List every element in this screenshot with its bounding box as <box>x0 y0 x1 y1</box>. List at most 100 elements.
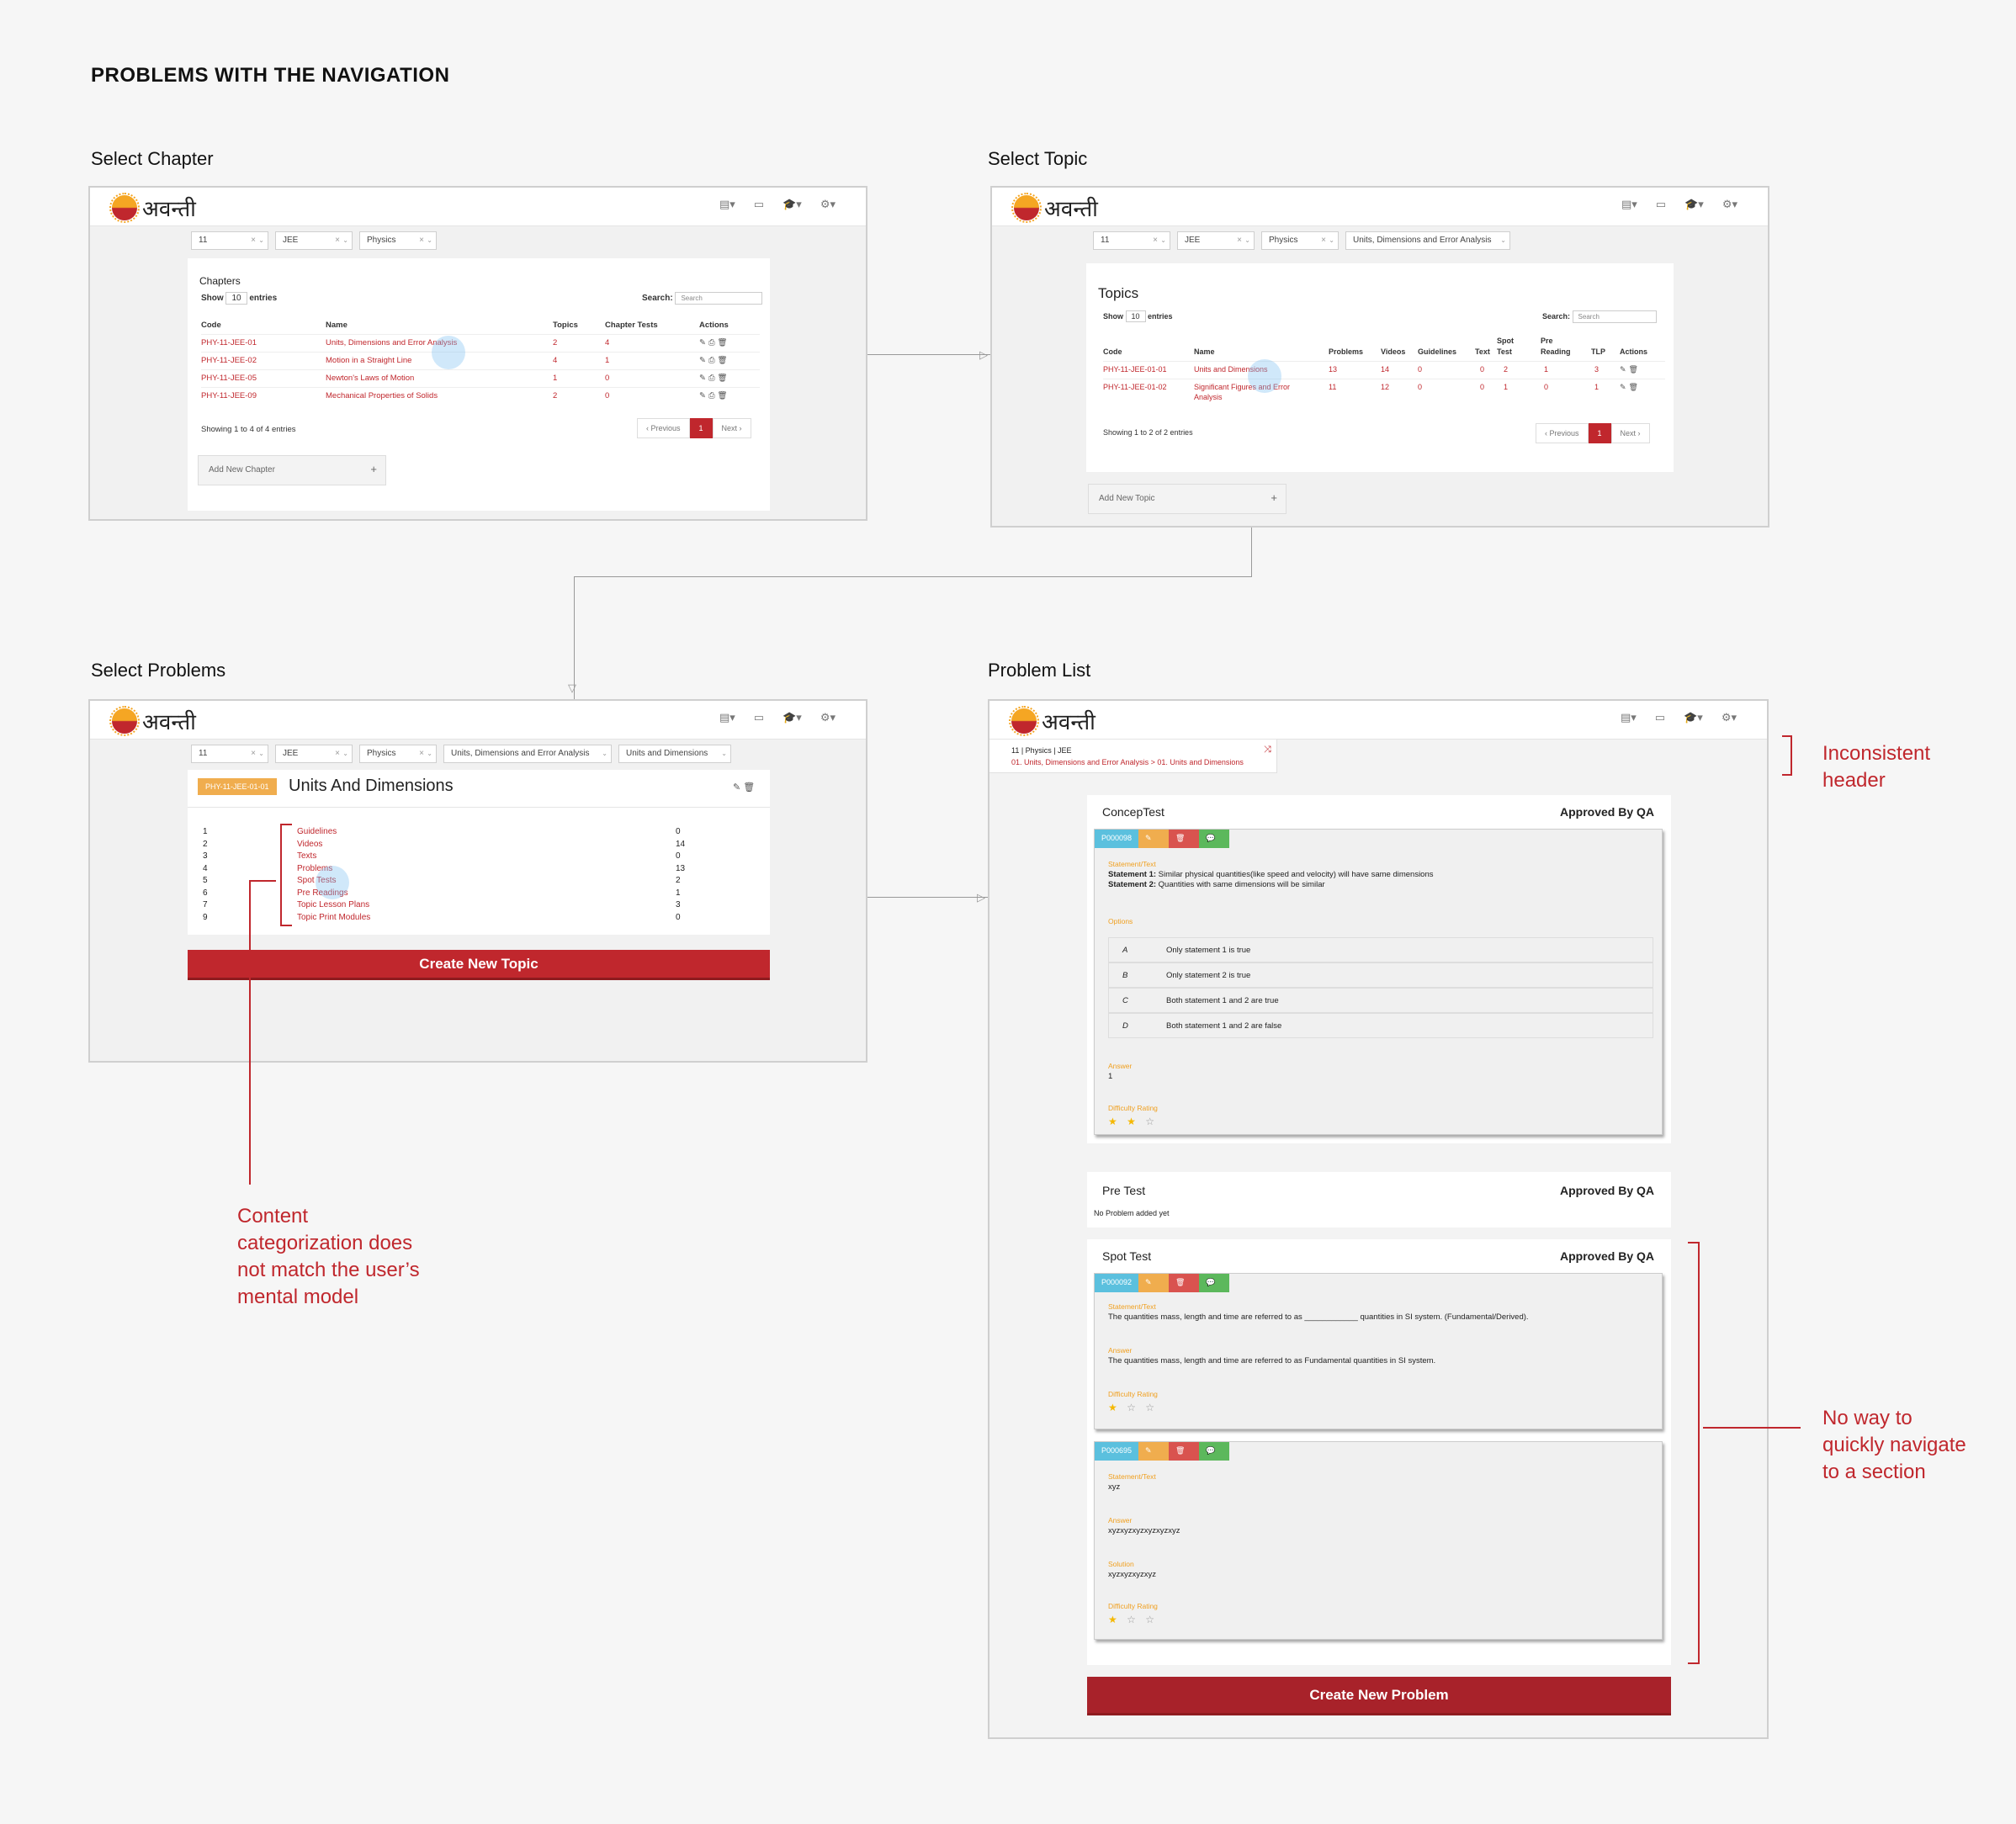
edit-icon[interactable]: ✎ <box>1138 830 1170 848</box>
folder-icon[interactable]: ▭ <box>1655 711 1665 724</box>
col-pre-reading[interactable]: Pre Reading <box>1541 336 1574 358</box>
shuffle-icon[interactable]: ⤨ <box>1264 745 1271 756</box>
logo[interactable]: अवन्ती <box>1011 193 1098 223</box>
col-name[interactable]: Name <box>326 321 347 330</box>
graduation-cap-icon[interactable]: 🎓▾ <box>1684 711 1703 724</box>
delete-icon[interactable]: 🗑 <box>1169 1274 1200 1292</box>
edit-icon[interactable]: ✎ <box>1138 1274 1170 1292</box>
statement-label: Statement/Text <box>1108 1302 1156 1311</box>
col-code[interactable]: Code <box>1103 347 1122 356</box>
filter-exam[interactable]: JEE × ⌄ <box>275 745 353 763</box>
entries-select[interactable]: 10 <box>1125 310 1146 322</box>
table-row[interactable]: PHY-11-JEE-01 Units, Dimensions and Error… <box>201 334 760 352</box>
gear-icon[interactable]: ⚙▾ <box>1722 198 1737 211</box>
problem-id[interactable]: P000695 <box>1095 1442 1139 1461</box>
page-1-button[interactable]: 1 <box>1588 423 1611 443</box>
option-row[interactable]: A Only statement 1 is true <box>1108 937 1653 962</box>
col-guidelines[interactable]: Guidelines <box>1418 347 1456 356</box>
list-item[interactable]: 7 Topic Lesson Plans 3 <box>203 900 708 913</box>
create-new-problem-button[interactable]: Create New Problem <box>1087 1677 1671 1715</box>
gear-icon[interactable]: ⚙▾ <box>820 198 836 211</box>
add-new-chapter-button[interactable]: Add New Chapter + <box>198 455 386 485</box>
filter-class[interactable]: 11 × ⌄ <box>1093 231 1170 250</box>
filter-subject[interactable]: Physics × ⌄ <box>1261 231 1339 250</box>
breadcrumb-line-2[interactable]: 01. Units, Dimensions and Error Analysis… <box>1011 758 1244 766</box>
gear-icon[interactable]: ⚙▾ <box>1722 711 1737 724</box>
file-icon[interactable]: ▤▾ <box>1621 711 1637 724</box>
table-row[interactable]: PHY-11-JEE-01-01 Units and Dimensions 13 14… <box>1103 361 1665 379</box>
col-videos[interactable]: Videos <box>1381 347 1405 356</box>
comment-icon[interactable]: 💬 <box>1199 1274 1230 1292</box>
page-1-button[interactable]: 1 <box>689 418 713 438</box>
list-item[interactable]: 6 Pre Readings 1 <box>203 888 708 901</box>
previous-button[interactable]: ‹ Previous <box>637 418 690 438</box>
previous-button[interactable]: ‹ Previous <box>1536 423 1589 443</box>
list-item[interactable]: 1 Guidelines 0 <box>203 827 708 840</box>
comment-icon[interactable]: 💬 <box>1199 830 1230 848</box>
row-actions-icons[interactable]: ✎🗑 <box>1620 383 1641 392</box>
graduation-cap-icon[interactable]: 🎓▾ <box>783 711 802 724</box>
delete-icon[interactable]: 🗑 <box>1169 1442 1200 1461</box>
col-problems[interactable]: Problems <box>1329 347 1363 356</box>
create-new-topic-button[interactable]: Create New Topic <box>188 950 770 980</box>
col-code[interactable]: Code <box>201 321 221 330</box>
file-icon[interactable]: ▤▾ <box>719 711 735 724</box>
col-tlp[interactable]: TLP <box>1591 347 1605 356</box>
folder-icon[interactable]: ▭ <box>754 198 764 211</box>
list-item[interactable]: 9 Topic Print Modules 0 <box>203 913 708 925</box>
problem-id[interactable]: P000092 <box>1095 1274 1139 1292</box>
delete-icon[interactable]: 🗑 <box>1169 830 1200 848</box>
filter-chapter[interactable]: Units, Dimensions and Error Analysis ⌄ <box>443 745 612 763</box>
col-topics[interactable]: Topics <box>553 321 578 330</box>
graduation-cap-icon[interactable]: 🎓▾ <box>1684 198 1704 211</box>
folder-icon[interactable]: ▭ <box>754 711 764 724</box>
filter-exam[interactable]: JEE × ⌄ <box>1177 231 1255 250</box>
file-icon[interactable]: ▤▾ <box>1621 198 1637 211</box>
row-actions-icons[interactable]: ✎⎙🗑 <box>699 374 730 383</box>
option-row[interactable]: D Both statement 1 and 2 are false <box>1108 1013 1653 1038</box>
col-name[interactable]: Name <box>1194 347 1215 356</box>
next-button[interactable]: Next › <box>712 418 751 438</box>
table-row[interactable]: PHY-11-JEE-01-02 Significant Figures and … <box>1103 379 1665 406</box>
row-actions-icons[interactable]: ✎⎙🗑 <box>699 356 730 365</box>
row-actions-icons[interactable]: ✎🗑 <box>1620 365 1641 374</box>
filter-subject[interactable]: Physics × ⌄ <box>359 231 437 250</box>
col-text[interactable]: Text <box>1475 347 1490 356</box>
entries-select[interactable]: 10 <box>225 292 247 305</box>
option-row[interactable]: B Only statement 2 is true <box>1108 962 1653 988</box>
filter-topic[interactable]: Units and Dimensions ⌄ <box>618 745 731 763</box>
list-item[interactable]: 4 Problems 13 <box>203 864 708 877</box>
filter-exam[interactable]: JEE × ⌄ <box>275 231 353 250</box>
next-button[interactable]: Next › <box>1610 423 1650 443</box>
table-row[interactable]: PHY-11-JEE-09 Mechanical Properties of So… <box>201 387 760 405</box>
problem-id[interactable]: P000098 <box>1095 830 1139 848</box>
table-row[interactable]: PHY-11-JEE-05 Newton's Laws of Motion 1 0 ✎⎙… <box>201 369 760 387</box>
file-icon[interactable]: ▤▾ <box>719 198 735 211</box>
folder-icon[interactable]: ▭ <box>1656 198 1666 211</box>
graduation-cap-icon[interactable]: 🎓▾ <box>783 198 802 211</box>
logo[interactable]: अवन्ती <box>1009 706 1096 736</box>
logo[interactable]: अवन्ती <box>109 193 196 223</box>
edit-delete-icons[interactable]: ✎🗑 <box>733 782 757 793</box>
row-actions-icons[interactable]: ✎⎙🗑 <box>699 391 730 400</box>
col-chapter-tests[interactable]: Chapter Tests <box>605 321 658 330</box>
row-actions-icons[interactable]: ✎⎙🗑 <box>699 338 730 347</box>
filter-subject[interactable]: Physics × ⌄ <box>359 745 437 763</box>
list-item[interactable]: 3 Texts 0 <box>203 851 708 864</box>
search-input[interactable]: Search <box>675 292 763 305</box>
col-spot-test[interactable]: Spot Test <box>1497 336 1522 358</box>
list-item[interactable]: 2 Videos 14 <box>203 840 708 852</box>
search-input[interactable]: Search <box>1572 310 1657 323</box>
filter-class[interactable]: 11 × ⌄ <box>191 745 268 763</box>
option-row[interactable]: C Both statement 1 and 2 are true <box>1108 988 1653 1013</box>
logo[interactable]: अवन्ती <box>109 706 196 736</box>
filter-chapter[interactable]: Units, Dimensions and Error Analysis ⌄ <box>1345 231 1510 250</box>
flow-arrow <box>867 354 990 355</box>
list-item[interactable]: 5 Spot Tests 2 <box>203 876 708 888</box>
filter-class[interactable]: 11 × ⌄ <box>191 231 268 250</box>
comment-icon[interactable]: 💬 <box>1199 1442 1230 1461</box>
gear-icon[interactable]: ⚙▾ <box>820 711 836 724</box>
edit-icon[interactable]: ✎ <box>1138 1442 1170 1461</box>
table-row[interactable]: PHY-11-JEE-02 Motion in a Straight Line 4 1… <box>201 352 760 369</box>
add-new-topic-button[interactable]: Add New Topic + <box>1088 484 1287 514</box>
